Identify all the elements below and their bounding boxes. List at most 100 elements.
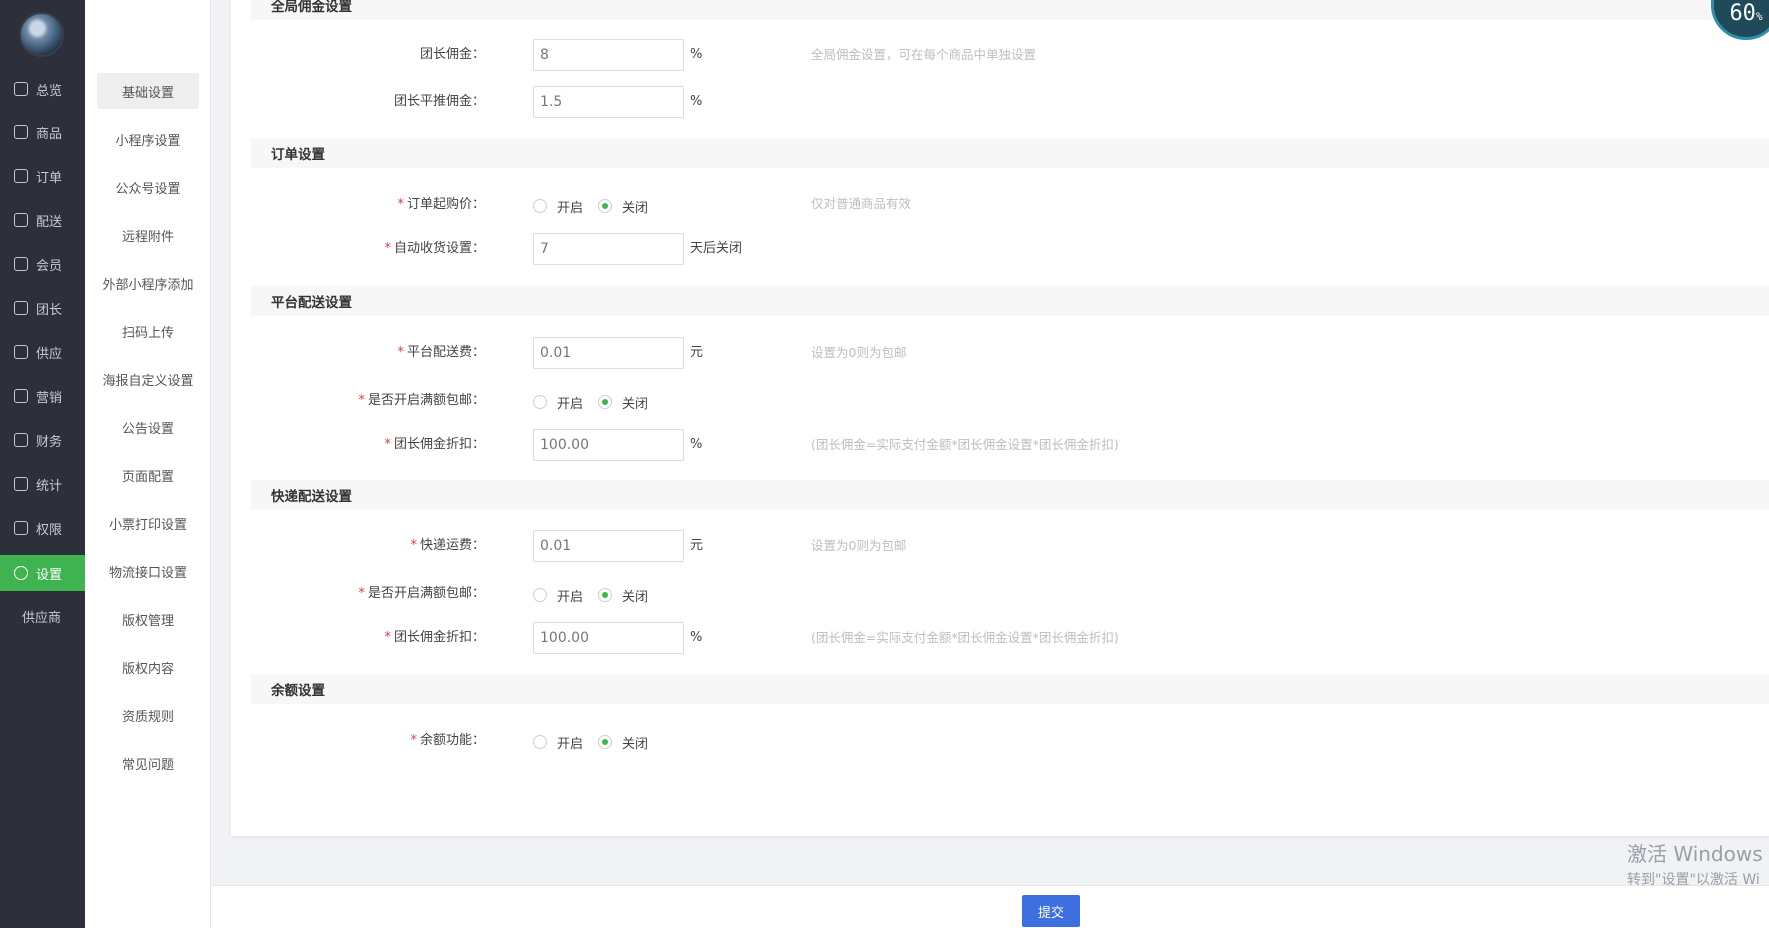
nav-item-label: 供应商 — [22, 610, 62, 626]
nav-item-label: 供应 — [36, 346, 63, 362]
settings-subnav: 基础设置 小程序设置 公众号设置 远程附件 外部小程序添加 扫码上传 海报自定义… — [85, 0, 211, 928]
label-text: 团长佣金折扣： — [393, 630, 485, 645]
subnav-item-remote-attachment[interactable]: 远程附件 — [97, 217, 199, 253]
submit-button[interactable]: 提交 — [1022, 895, 1080, 927]
nav-item-members[interactable]: 会员 — [0, 246, 85, 282]
radio-dot — [533, 735, 547, 749]
nav-item-permissions[interactable]: 权限 — [0, 510, 85, 546]
platform-free-shipping-on-radio[interactable]: 开启 — [533, 392, 583, 412]
platform-fee-hint: 设置为0则为包邮 — [811, 345, 907, 360]
radio-dot-checked — [598, 735, 612, 749]
required-mark: * — [358, 393, 365, 408]
required-mark: * — [410, 733, 417, 748]
subnav-item-copyright[interactable]: 版权管理 — [97, 601, 199, 637]
nav-item-goods[interactable]: 商品 — [0, 114, 85, 150]
radio-label: 开启 — [557, 200, 584, 216]
label-text: 团长佣金折扣： — [393, 437, 485, 452]
commission-hint: 全局佣金设置，可在每个商品中单独设置 — [811, 47, 1037, 62]
balance-off-radio[interactable]: 关闭 — [598, 732, 648, 752]
radio-dot — [533, 588, 547, 602]
platform-fee-label: * 平台配送费： — [235, 338, 485, 368]
platform-fee-input[interactable] — [533, 337, 684, 369]
leader-commission-label: 团长佣金： — [419, 47, 485, 62]
required-mark: * — [384, 630, 391, 645]
supply-icon — [14, 345, 28, 359]
subnav-item-official-account[interactable]: 公众号设置 — [97, 169, 199, 205]
section-title-express-delivery: 快递配送设置 — [251, 480, 1769, 510]
platform-discount-input[interactable] — [533, 429, 684, 461]
label-text: 是否开启满额包邮： — [367, 586, 485, 601]
nav-item-supply[interactable]: 供应 — [0, 334, 85, 370]
subnav-item-miniprogram[interactable]: 小程序设置 — [97, 121, 199, 157]
nav-item-label: 团长 — [36, 302, 63, 318]
subnav-item-qualification[interactable]: 资质规则 — [97, 697, 199, 733]
radio-label: 开启 — [557, 396, 584, 412]
label-text: 自动收货设置： — [393, 241, 485, 256]
gauge-unit: % — [1755, 10, 1763, 23]
express-fee-input[interactable] — [533, 530, 684, 562]
goods-icon — [14, 125, 28, 139]
subnav-item-copyright-content[interactable]: 版权内容 — [97, 649, 199, 685]
subnav-item-scan-upload[interactable]: 扫码上传 — [97, 313, 199, 349]
required-mark: * — [397, 197, 404, 212]
auto-receive-input[interactable] — [533, 233, 684, 265]
radio-label: 关闭 — [622, 396, 649, 412]
express-discount-input[interactable] — [533, 622, 684, 654]
nav-item-stats[interactable]: 统计 — [0, 466, 85, 502]
nav-item-suppliers[interactable]: 供应商 — [0, 598, 85, 634]
subnav-item-external-miniprogram[interactable]: 外部小程序添加 — [97, 265, 199, 301]
balance-on-radio[interactable]: 开启 — [533, 732, 583, 752]
nav-item-settings[interactable]: 设置 — [0, 555, 85, 591]
required-mark: * — [384, 241, 391, 256]
subnav-item-poster[interactable]: 海报自定义设置 — [97, 361, 199, 397]
yuan-unit: 元 — [690, 538, 704, 553]
nav-item-finance[interactable]: 财务 — [0, 422, 85, 458]
windows-activation-watermark: 激活 Windows 转到"设置"以激活 Wi — [1627, 838, 1763, 889]
platform-free-shipping-off-radio[interactable]: 关闭 — [598, 392, 648, 412]
radio-dot-checked — [598, 395, 612, 409]
watermark-line-2: 转到"设置"以激活 Wi — [1627, 872, 1760, 888]
order-icon — [14, 169, 28, 183]
shield-icon — [14, 521, 28, 535]
gauge-value: 60 — [1729, 1, 1756, 26]
required-mark: * — [397, 345, 404, 360]
member-icon — [14, 257, 28, 271]
order-min-price-off-radio[interactable]: 关闭 — [598, 196, 648, 216]
subnav-item-faq[interactable]: 常见问题 — [97, 745, 199, 781]
leader-push-commission-input[interactable] — [533, 86, 684, 118]
express-free-shipping-label: * 是否开启满额包邮： — [235, 579, 485, 609]
nav-item-marketing[interactable]: 营销 — [0, 378, 85, 414]
subnav-item-logistics-api[interactable]: 物流接口设置 — [97, 553, 199, 589]
leader-icon — [14, 301, 28, 315]
subnav-item-notice[interactable]: 公告设置 — [97, 409, 199, 445]
radio-label: 关闭 — [622, 736, 649, 752]
nav-item-label: 财务 — [36, 434, 63, 450]
nav-item-delivery[interactable]: 配送 — [0, 202, 85, 238]
radio-dot-checked — [598, 588, 612, 602]
required-mark: * — [384, 437, 391, 452]
express-fee-label: * 快递运费： — [235, 531, 485, 561]
required-mark: * — [358, 586, 365, 601]
platform-discount-hint: (团长佣金=实际支付金额*团长佣金设置*团长佣金折扣) — [811, 437, 1119, 452]
nav-item-leaders[interactable]: 团长 — [0, 290, 85, 326]
nav-item-label: 营销 — [36, 390, 63, 406]
main-sidebar: 总览 商品 订单 配送 会员 团长 供应 营销 财务 统计 权限 设置 供应商 — [0, 0, 85, 928]
nav-item-label: 会员 — [36, 258, 63, 274]
percent-unit: % — [690, 630, 703, 645]
subnav-item-page-config[interactable]: 页面配置 — [97, 457, 199, 493]
platform-free-shipping-label: * 是否开启满额包邮： — [235, 386, 485, 416]
order-min-price-on-radio[interactable]: 开启 — [533, 196, 583, 216]
subnav-item-basic[interactable]: 基础设置 — [97, 73, 199, 109]
gift-icon — [14, 389, 28, 403]
nav-item-orders[interactable]: 订单 — [0, 158, 85, 194]
leader-commission-input[interactable] — [533, 39, 684, 71]
avatar[interactable] — [19, 12, 64, 57]
express-free-shipping-off-radio[interactable]: 关闭 — [598, 585, 648, 605]
express-free-shipping-on-radio[interactable]: 开启 — [533, 585, 583, 605]
section-title-balance: 余额设置 — [251, 674, 1769, 704]
express-discount-label: * 团长佣金折扣： — [235, 623, 485, 653]
nav-item-overview[interactable]: 总览 — [0, 71, 85, 107]
subnav-item-receipt-print[interactable]: 小票打印设置 — [97, 505, 199, 541]
finance-icon — [14, 433, 28, 447]
gear-icon — [14, 566, 28, 580]
